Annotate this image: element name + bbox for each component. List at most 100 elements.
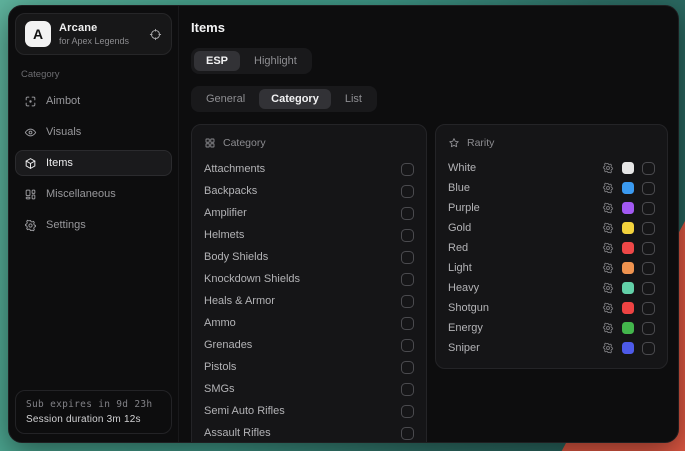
category-label: Pistols: [204, 361, 236, 373]
gear-icon[interactable]: [602, 222, 614, 234]
gear-icon[interactable]: [602, 322, 614, 334]
category-row-backpacks: Backpacks: [204, 180, 414, 202]
category-row-attachments: Attachments: [204, 158, 414, 180]
session-duration-text: Session duration 3m 12s: [26, 414, 161, 425]
gear-icon[interactable]: [602, 262, 614, 274]
sidebar-item-label: Aimbot: [46, 95, 80, 107]
checkbox[interactable]: [401, 163, 414, 176]
checkbox[interactable]: [401, 317, 414, 330]
rarity-row-energy: Energy: [448, 318, 655, 338]
app-name: Arcane: [59, 22, 141, 34]
grid-icon: [204, 137, 216, 149]
checkbox[interactable]: [642, 322, 655, 335]
sidebar-item-items[interactable]: Items: [15, 150, 172, 176]
checkbox[interactable]: [642, 342, 655, 355]
checkbox[interactable]: [401, 339, 414, 352]
tab-category[interactable]: Category: [259, 89, 331, 109]
rarity-row-shotgun: Shotgun: [448, 298, 655, 318]
checkbox[interactable]: [401, 295, 414, 308]
mode-tabs: ESP Highlight: [191, 48, 312, 74]
checkbox[interactable]: [401, 207, 414, 220]
category-row-assault-rifles: Assault Rifles: [204, 422, 414, 443]
checkbox[interactable]: [401, 361, 414, 374]
rarity-label: Light: [448, 262, 472, 274]
color-swatch[interactable]: [622, 282, 634, 294]
color-swatch[interactable]: [622, 322, 634, 334]
color-swatch[interactable]: [622, 262, 634, 274]
gear-icon[interactable]: [602, 242, 614, 254]
target-icon[interactable]: [149, 28, 162, 41]
category-label: SMGs: [204, 383, 235, 395]
color-swatch[interactable]: [622, 342, 634, 354]
gear-icon[interactable]: [602, 202, 614, 214]
color-swatch[interactable]: [622, 242, 634, 254]
color-swatch[interactable]: [622, 162, 634, 174]
sidebar-item-visuals[interactable]: Visuals: [15, 119, 172, 145]
rarity-label: Gold: [448, 222, 471, 234]
checkbox[interactable]: [401, 405, 414, 418]
star-icon: [448, 137, 460, 149]
cheat-menu-window: A Arcane for Apex Legends Category Aimbo…: [8, 5, 679, 443]
gear-icon[interactable]: [602, 302, 614, 314]
sidebar-item-miscellaneous[interactable]: Miscellaneous: [15, 181, 172, 207]
rarity-label: Shotgun: [448, 302, 489, 314]
rarity-panel: Rarity White: [435, 124, 668, 369]
gear-icon[interactable]: [602, 182, 614, 194]
panels-row: Category Attachments Backpacks: [191, 124, 668, 443]
checkbox[interactable]: [642, 222, 655, 235]
sidebar-item-aimbot[interactable]: Aimbot: [15, 88, 172, 114]
rarity-label: Energy: [448, 322, 483, 334]
sidebar-nav: Aimbot Visuals Items Miscellaneous: [15, 88, 172, 238]
checkbox[interactable]: [401, 383, 414, 396]
checkbox[interactable]: [642, 262, 655, 275]
color-swatch[interactable]: [622, 302, 634, 314]
rarity-label: Blue: [448, 182, 470, 194]
tab-list[interactable]: List: [333, 89, 374, 109]
category-label: Grenades: [204, 339, 252, 351]
sidebar-item-label: Miscellaneous: [46, 188, 116, 200]
category-label: Helmets: [204, 229, 244, 241]
checkbox[interactable]: [401, 273, 414, 286]
category-label: Ammo: [204, 317, 236, 329]
checkbox[interactable]: [642, 242, 655, 255]
checkbox[interactable]: [642, 282, 655, 295]
category-panel: Category Attachments Backpacks: [191, 124, 427, 443]
brand-card: A Arcane for Apex Legends: [15, 13, 172, 55]
category-label: Assault Rifles: [204, 427, 271, 439]
checkbox[interactable]: [642, 302, 655, 315]
gear-icon[interactable]: [602, 282, 614, 294]
crosshair-icon: [24, 95, 37, 108]
gear-icon[interactable]: [602, 162, 614, 174]
checkbox[interactable]: [401, 251, 414, 264]
checkbox[interactable]: [642, 202, 655, 215]
category-row-knockdown-shields: Knockdown Shields: [204, 268, 414, 290]
sidebar-item-settings[interactable]: Settings: [15, 212, 172, 238]
rarity-row-gold: Gold: [448, 218, 655, 238]
tab-esp[interactable]: ESP: [194, 51, 240, 71]
sidebar-section-label: Category: [21, 69, 166, 80]
checkbox[interactable]: [401, 427, 414, 440]
category-label: Semi Auto Rifles: [204, 405, 285, 417]
category-row-amplifier: Amplifier: [204, 202, 414, 224]
category-panel-title: Category: [223, 137, 266, 149]
rarity-label: Heavy: [448, 282, 479, 294]
app-subtitle: for Apex Legends: [59, 36, 141, 46]
color-swatch[interactable]: [622, 182, 634, 194]
checkbox[interactable]: [401, 185, 414, 198]
checkbox[interactable]: [642, 182, 655, 195]
tab-highlight[interactable]: Highlight: [242, 51, 309, 71]
tab-general[interactable]: General: [194, 89, 257, 109]
rarity-row-white: White: [448, 158, 655, 178]
layout-icon: [24, 188, 37, 201]
subscription-info-box: Sub expires in 9d 23h Session duration 3…: [15, 390, 172, 434]
rarity-row-blue: Blue: [448, 178, 655, 198]
checkbox[interactable]: [401, 229, 414, 242]
sidebar-item-label: Visuals: [46, 126, 81, 138]
color-swatch[interactable]: [622, 202, 634, 214]
color-swatch[interactable]: [622, 222, 634, 234]
rarity-label: Sniper: [448, 342, 480, 354]
rarity-list: White Blue: [448, 158, 655, 358]
category-label: Backpacks: [204, 185, 257, 197]
gear-icon[interactable]: [602, 342, 614, 354]
checkbox[interactable]: [642, 162, 655, 175]
